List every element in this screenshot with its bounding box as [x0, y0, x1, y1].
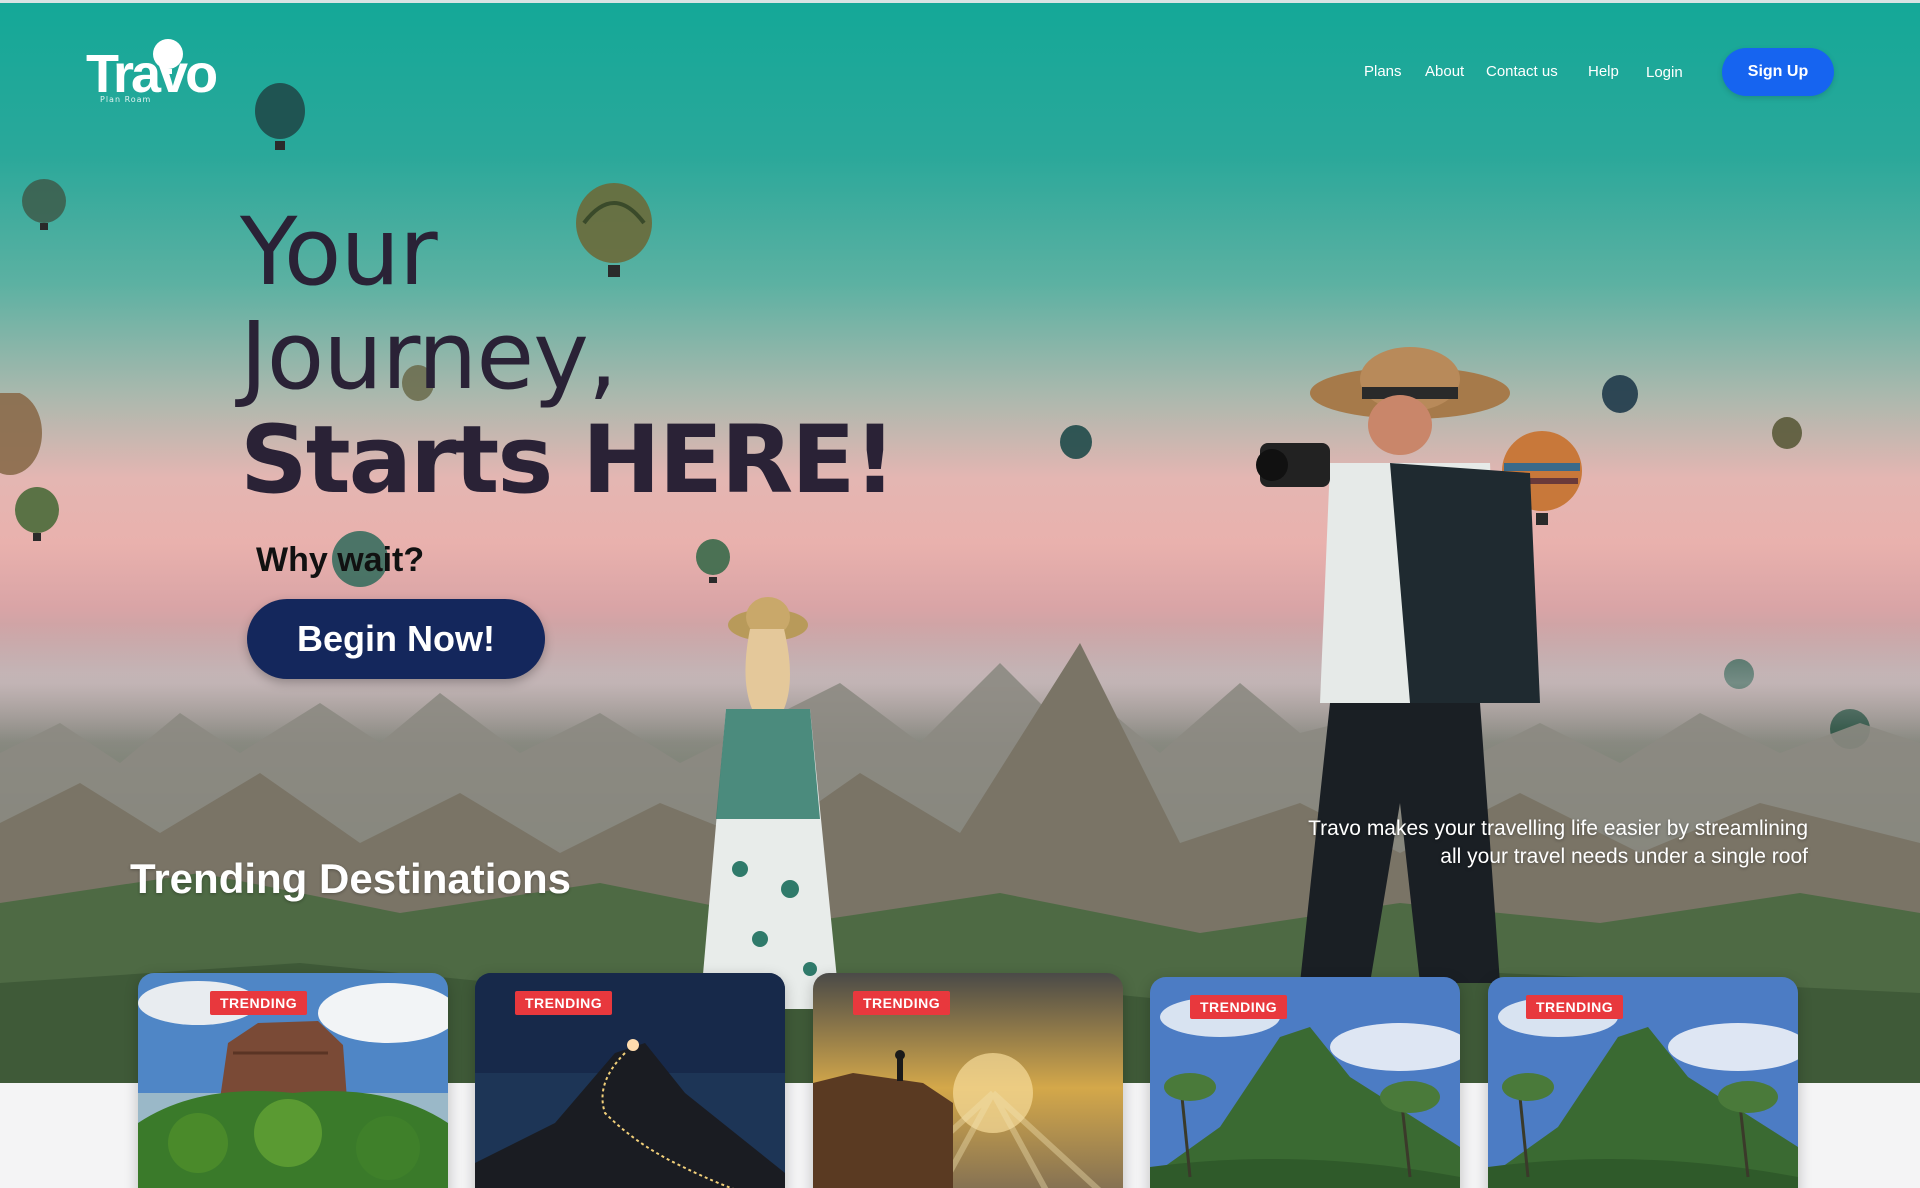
- destination-card[interactable]: TRENDING: [138, 973, 448, 1188]
- balloon-illustration: [1772, 417, 1802, 449]
- balloon-illustration: [1060, 425, 1092, 459]
- hero-tagline: Travo makes your travelling life easier …: [1188, 815, 1808, 871]
- trending-badge: TRENDING: [1526, 995, 1624, 1019]
- hero-subheading: Why wait?: [256, 541, 425, 579]
- browser-top-border: [0, 0, 1920, 3]
- hero-section: Travo Plan Roam Plans About Contact us H…: [0, 3, 1920, 1083]
- traveler-photographer-illustration: [1256, 347, 1540, 983]
- sign-up-button[interactable]: Sign Up: [1722, 48, 1834, 96]
- destination-card[interactable]: TRENDING: [475, 973, 785, 1188]
- balloon-illustration: [696, 539, 730, 583]
- balloon-illustration: [1602, 375, 1638, 413]
- balloon-illustration: [255, 83, 305, 150]
- nav-contact-us[interactable]: Contact us: [1486, 63, 1558, 80]
- landing-page: Travo Plan Roam Plans About Contact us H…: [0, 0, 1920, 1188]
- begin-now-button[interactable]: Begin Now!: [247, 599, 545, 679]
- nav-login[interactable]: Login: [1646, 64, 1683, 81]
- traveler-woman-illustration: [700, 597, 840, 1009]
- tagline-line-2: all your travel needs under a single roo…: [1440, 845, 1808, 868]
- trending-badge: TRENDING: [1190, 995, 1288, 1019]
- balloon-illustration: [0, 393, 42, 475]
- headline-line-3: Starts HERE!: [240, 406, 896, 515]
- travo-logo[interactable]: Travo Plan Roam: [86, 39, 218, 104]
- trending-badge: TRENDING: [853, 991, 951, 1015]
- destination-card[interactable]: TRENDING: [1488, 977, 1798, 1188]
- destination-card[interactable]: TRENDING: [813, 973, 1123, 1188]
- trending-destinations-title: Trending Destinations: [130, 855, 572, 902]
- hero-headline: Your Journey, Starts HERE!: [240, 198, 896, 515]
- tagline-line-1: Travo makes your travelling life easier …: [1308, 817, 1808, 840]
- balloon-illustration: [22, 179, 66, 230]
- headline-line-2: Journey,: [240, 302, 618, 411]
- nav-plans[interactable]: Plans: [1364, 63, 1402, 80]
- destination-card[interactable]: TRENDING: [1150, 977, 1460, 1188]
- nav-help[interactable]: Help: [1588, 63, 1619, 80]
- trending-badge: TRENDING: [210, 991, 308, 1015]
- headline-line-1: Your: [240, 198, 438, 307]
- logo-tagline: Plan Roam: [100, 95, 152, 104]
- nav-about[interactable]: About: [1425, 63, 1464, 80]
- trending-badge: TRENDING: [515, 991, 613, 1015]
- balloon-illustration: [15, 487, 59, 541]
